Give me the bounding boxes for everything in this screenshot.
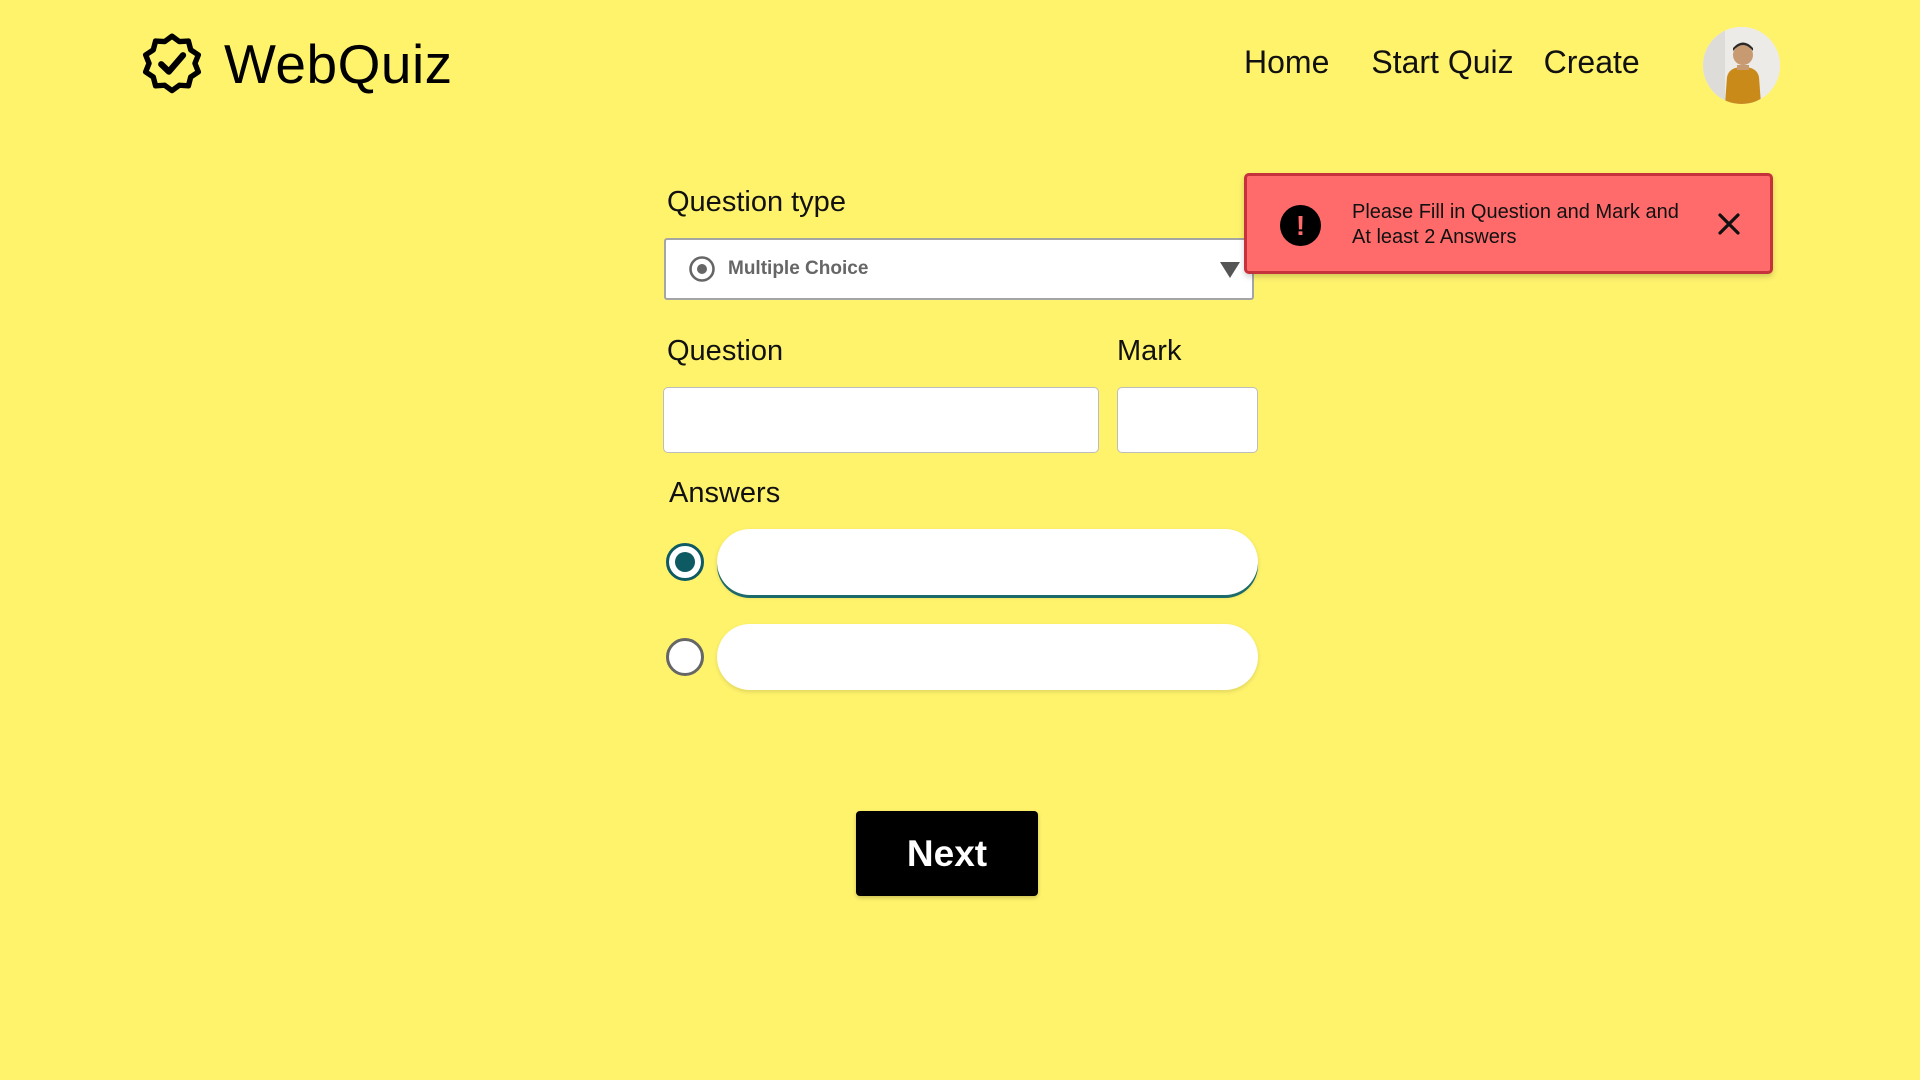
nav-link-create[interactable]: Create (1544, 44, 1640, 81)
caret-down-icon[interactable] (1220, 262, 1240, 278)
answer-2-radio[interactable] (666, 638, 704, 676)
main-nav: Home Start Quiz Create (1244, 44, 1640, 81)
avatar-image (1703, 27, 1780, 104)
verified-gear-check-icon (142, 33, 202, 94)
next-button[interactable]: Next (856, 811, 1038, 896)
brand[interactable]: WebQuiz (138, 30, 453, 98)
close-icon[interactable] (1715, 210, 1743, 238)
create-question-page: WebQuiz Home Start Quiz Create Question … (0, 0, 1920, 1080)
toast-message: Please Fill in Question and Mark and At … (1352, 201, 1679, 248)
answer-2-input[interactable] (717, 624, 1258, 690)
question-type-label: Question type (667, 186, 846, 218)
answer-1-input[interactable] (717, 529, 1258, 595)
radio-button-icon (689, 256, 715, 282)
nav-link-start-quiz[interactable]: Start Quiz (1371, 44, 1513, 81)
mark-label: Mark (1117, 335, 1182, 367)
user-avatar[interactable] (1703, 27, 1780, 104)
question-input[interactable] (663, 387, 1099, 453)
answer-1-radio[interactable] (666, 543, 704, 581)
answers-label: Answers (669, 477, 781, 509)
error-toast: ! Please Fill in Question and Mark and A… (1244, 173, 1773, 274)
question-type-select[interactable]: Multiple Choice (664, 238, 1254, 300)
nav-link-home[interactable]: Home (1244, 44, 1329, 81)
mark-input[interactable] (1117, 387, 1258, 453)
app-name: WebQuiz (224, 33, 453, 95)
question-label: Question (667, 335, 784, 367)
question-type-value: Multiple Choice (728, 258, 869, 279)
alert-icon: ! (1280, 205, 1321, 246)
